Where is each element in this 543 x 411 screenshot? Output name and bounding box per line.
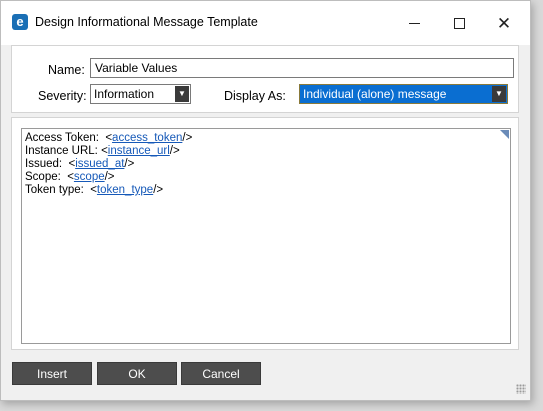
properties-panel: Name: Variable Values Severity: Informat… [11,45,519,113]
editor-line: Issued: <issued_at/> [25,158,134,171]
display-as-label: Display As: [224,89,286,103]
editor-line: Instance URL: <instance_url/> [25,145,180,158]
chevron-down-icon[interactable]: ▼ [175,86,189,102]
close-icon: ✕ [496,13,512,33]
line-label: Issued: < [25,158,76,170]
resize-corner-icon [500,130,509,139]
line-suffix: /> [153,184,164,196]
line-suffix: /> [169,145,180,157]
severity-select[interactable]: Information ▼ [90,84,191,104]
editor-line: Access Token: <access_token/> [25,132,192,145]
name-field[interactable]: Variable Values [90,58,514,78]
dialog-window: e Design Informational Message Template … [0,0,531,401]
editor-panel: Access Token: <access_token/> Instance U… [11,117,519,350]
ok-button[interactable]: OK [97,362,177,385]
minimize-icon [408,22,420,24]
line-suffix: /> [182,132,193,144]
line-label: Instance URL: < [25,145,108,157]
line-suffix: /> [124,158,135,170]
chevron-down-icon[interactable]: ▼ [492,86,506,102]
severity-label: Severity: [38,89,87,103]
app-logo-icon: e [12,14,28,30]
insert-button[interactable]: Insert [12,362,92,385]
maximize-button[interactable] [437,9,481,37]
line-label: Token type: < [25,184,97,196]
variable-token[interactable]: issued_at [75,158,124,170]
maximize-icon [453,17,465,29]
display-as-value: Individual (alone) message [303,87,447,101]
message-editor[interactable]: Access Token: <access_token/> Instance U… [21,128,511,344]
name-label: Name: [48,63,85,77]
editor-line: Token type: <token_type/> [25,184,163,197]
close-button[interactable]: ✕ [482,9,526,37]
variable-token[interactable]: scope [74,171,105,183]
variable-token[interactable]: access_token [112,132,182,144]
cancel-button[interactable]: Cancel [181,362,261,385]
minimize-button[interactable] [392,9,436,37]
line-label: Scope: < [25,171,74,183]
display-as-select[interactable]: Individual (alone) message ▼ [299,84,508,104]
resize-grip-icon[interactable] [516,384,526,394]
editor-line: Scope: <scope/> [25,171,115,184]
severity-value: Information [94,87,155,101]
variable-token[interactable]: instance_url [108,145,170,157]
variable-token[interactable]: token_type [97,184,153,196]
line-label: Access Token: < [25,132,113,144]
line-suffix: /> [104,171,115,183]
title-bar[interactable]: e Design Informational Message Template … [1,1,530,45]
window-title: Design Informational Message Template [35,15,258,29]
